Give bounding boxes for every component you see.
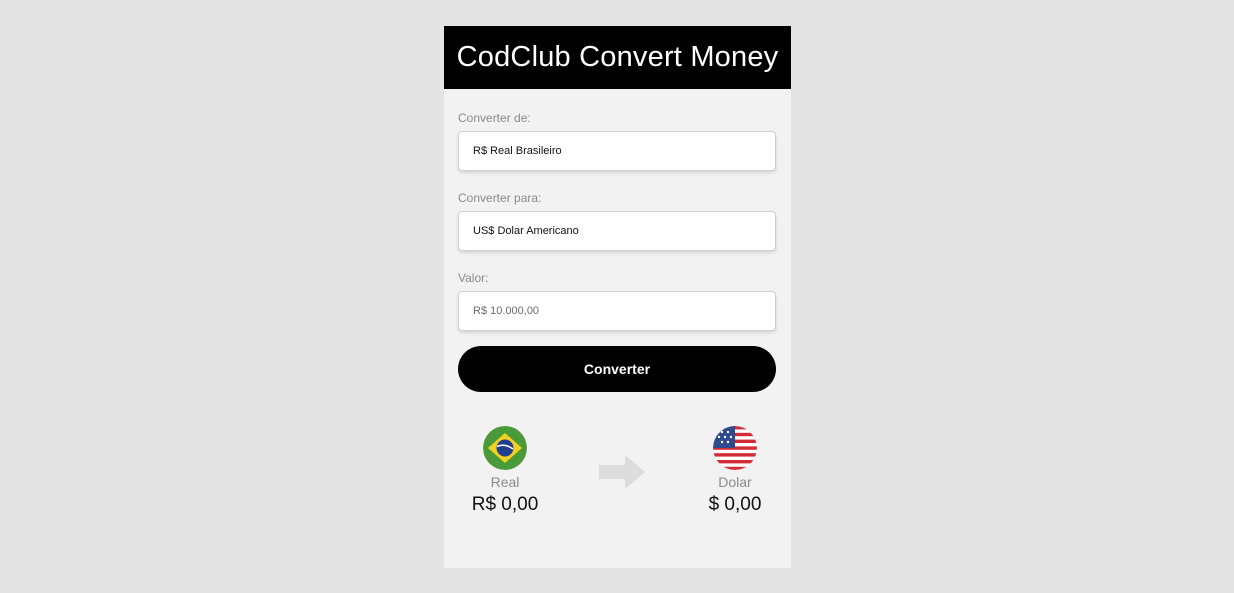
from-currency-select[interactable]: R$ Real Brasileiro xyxy=(458,131,776,171)
brazil-flag-icon xyxy=(483,426,527,470)
from-currency-value: R$ 0,00 xyxy=(471,494,539,515)
to-currency-result: Dolar $ 0,00 xyxy=(685,426,785,516)
from-currency-label: Converter de: xyxy=(458,111,531,125)
to-currency-name: Dolar xyxy=(718,474,752,490)
converter-card: CodClub Convert Money Converter de: R$ R… xyxy=(444,26,791,568)
usa-flag-icon xyxy=(713,426,757,470)
to-currency-selected: US$ Dolar Americano xyxy=(473,225,579,237)
app-header: CodClub Convert Money xyxy=(444,26,791,89)
convert-button[interactable]: Converter xyxy=(458,346,776,392)
to-currency-label: Converter para: xyxy=(458,191,542,205)
app-title: CodClub Convert Money xyxy=(456,41,779,73)
from-currency-selected: R$ Real Brasileiro xyxy=(473,145,562,157)
from-currency-name: Real xyxy=(490,474,520,490)
to-currency-select[interactable]: US$ Dolar Americano xyxy=(458,211,776,251)
from-currency-result: Real R$ 0,00 xyxy=(455,426,555,516)
value-input[interactable] xyxy=(458,291,776,331)
conversion-result: Real R$ 0,00 Dolar $ 0,00 xyxy=(444,426,791,526)
to-currency-value: $ 0,00 xyxy=(708,494,762,515)
value-label: Valor: xyxy=(458,271,489,285)
arrow-right-icon xyxy=(599,455,645,489)
converter-form: Converter de: R$ Real Brasileiro Convert… xyxy=(444,89,791,392)
